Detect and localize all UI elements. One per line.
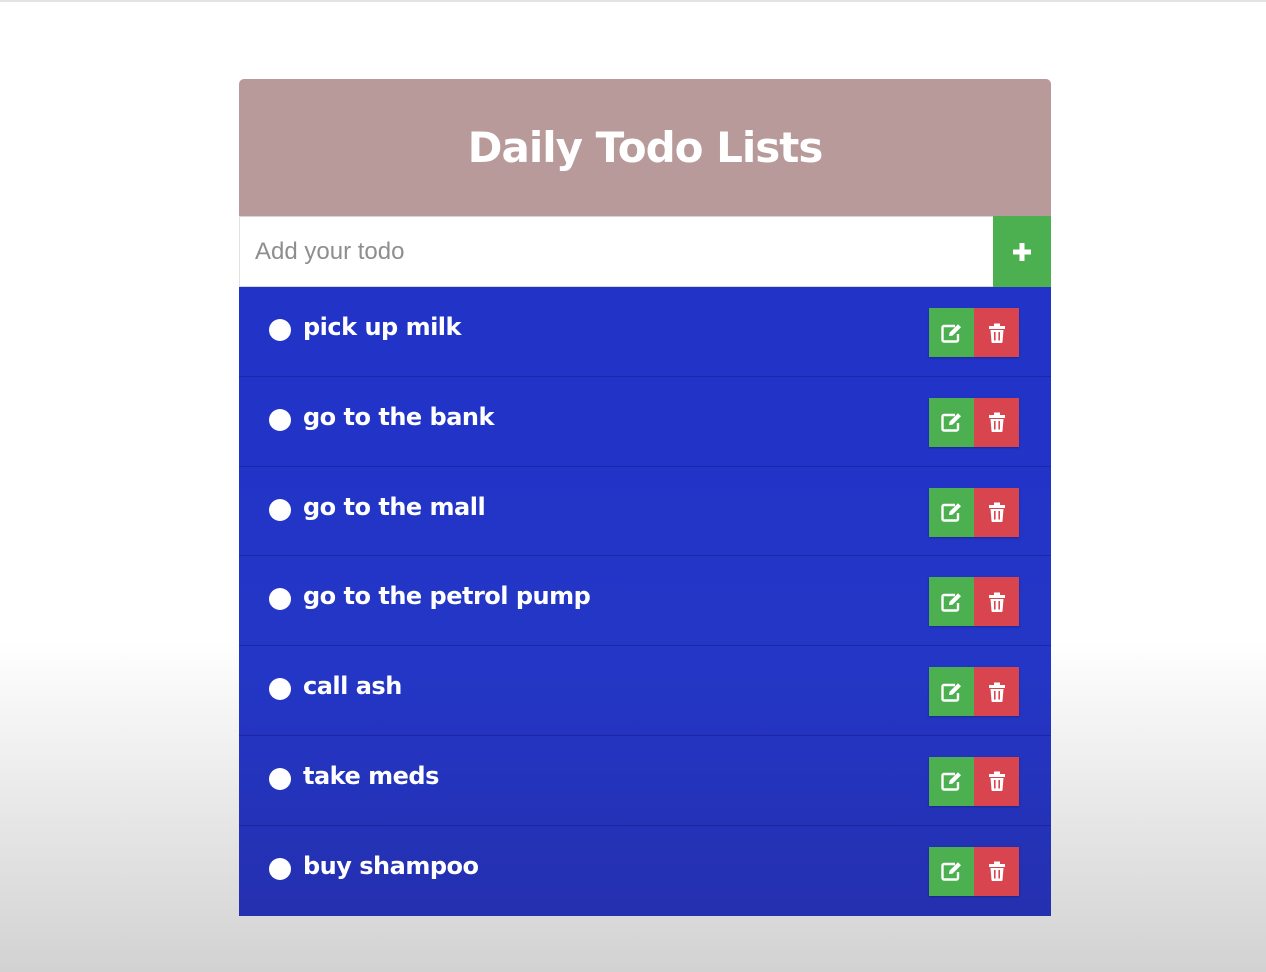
todo-actions bbox=[929, 667, 1019, 717]
edit-icon bbox=[940, 772, 961, 792]
app-title: Daily Todo Lists bbox=[467, 123, 824, 172]
delete-button[interactable] bbox=[974, 846, 1019, 896]
circle-icon[interactable] bbox=[269, 319, 291, 341]
edit-button[interactable] bbox=[929, 756, 974, 806]
edit-icon bbox=[940, 503, 961, 522]
edit-button[interactable] bbox=[929, 846, 974, 896]
trash-icon bbox=[988, 592, 1005, 612]
delete-button[interactable] bbox=[974, 667, 1019, 717]
todo-actions bbox=[929, 577, 1019, 627]
todo-item: go to the bank bbox=[239, 377, 1051, 467]
todo-text: go to the mall bbox=[303, 492, 486, 521]
delete-button[interactable] bbox=[974, 397, 1019, 447]
todo-item: buy shampoo bbox=[239, 826, 1051, 916]
todo-input[interactable] bbox=[239, 216, 993, 287]
delete-button[interactable] bbox=[974, 487, 1019, 537]
trash-icon bbox=[988, 412, 1005, 433]
todo-text: go to the petrol pump bbox=[303, 582, 591, 611]
circle-icon[interactable] bbox=[269, 767, 291, 790]
circle-icon[interactable] bbox=[269, 588, 291, 611]
edit-icon bbox=[940, 323, 961, 343]
edit-icon bbox=[940, 413, 961, 432]
app-header: Daily Todo Lists bbox=[239, 79, 1051, 216]
delete-button[interactable] bbox=[974, 308, 1019, 357]
add-todo-form bbox=[239, 216, 1051, 287]
todo-actions bbox=[929, 397, 1019, 447]
todo-text: call ash bbox=[303, 672, 402, 701]
add-todo-button[interactable] bbox=[993, 216, 1051, 287]
window-top-border bbox=[0, 0, 1266, 2]
todo-text: take meds bbox=[303, 761, 439, 790]
edit-icon bbox=[940, 682, 961, 702]
plus-icon bbox=[1013, 242, 1031, 261]
edit-button[interactable] bbox=[929, 577, 974, 627]
circle-icon[interactable] bbox=[269, 678, 291, 701]
todo-actions bbox=[929, 846, 1019, 896]
edit-button[interactable] bbox=[929, 397, 974, 447]
todo-item: take meds bbox=[239, 736, 1051, 826]
circle-icon[interactable] bbox=[269, 408, 291, 431]
edit-button[interactable] bbox=[929, 667, 974, 717]
trash-icon bbox=[988, 861, 1005, 882]
edit-icon bbox=[940, 593, 961, 612]
edit-button[interactable] bbox=[929, 487, 974, 537]
todo-actions bbox=[929, 487, 1019, 537]
trash-icon bbox=[988, 682, 1005, 702]
todo-text: go to the bank bbox=[303, 402, 494, 431]
todo-list: pick up milk go to the bank go to the ma… bbox=[239, 287, 1051, 916]
todo-text: buy shampoo bbox=[303, 851, 479, 880]
delete-button[interactable] bbox=[974, 577, 1019, 627]
circle-icon[interactable] bbox=[269, 498, 291, 521]
trash-icon bbox=[988, 771, 1005, 792]
edit-button[interactable] bbox=[929, 308, 974, 357]
trash-icon bbox=[988, 502, 1005, 523]
trash-icon bbox=[988, 323, 1005, 343]
todo-item: go to the mall bbox=[239, 467, 1051, 557]
todo-actions bbox=[929, 756, 1019, 806]
todo-text: pick up milk bbox=[303, 313, 462, 341]
todo-actions bbox=[929, 308, 1019, 357]
todo-item: pick up milk bbox=[239, 287, 1051, 377]
delete-button[interactable] bbox=[974, 756, 1019, 806]
circle-icon[interactable] bbox=[269, 857, 291, 880]
todo-app: Daily Todo Lists pick up milk bbox=[239, 79, 1051, 916]
edit-icon bbox=[940, 862, 961, 881]
todo-item: go to the petrol pump bbox=[239, 556, 1051, 647]
todo-item: call ash bbox=[239, 646, 1051, 736]
